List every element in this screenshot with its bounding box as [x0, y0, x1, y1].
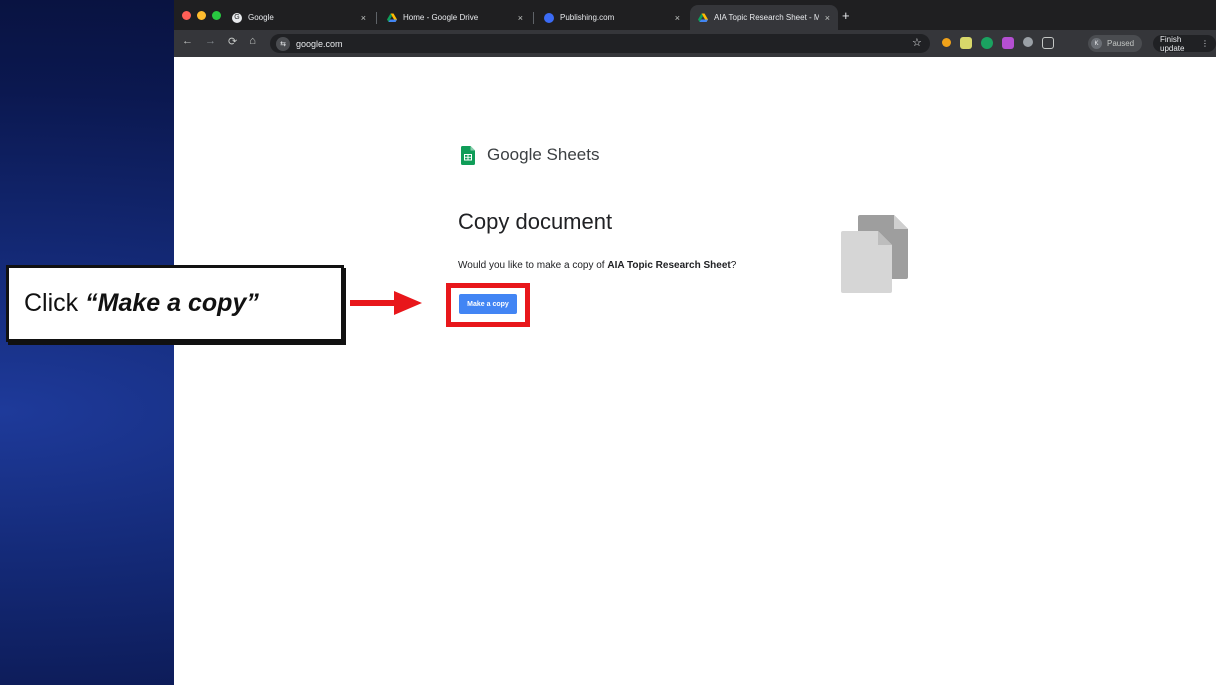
- tab-divider: [533, 12, 534, 24]
- close-tab-icon[interactable]: ×: [825, 13, 830, 23]
- tab-google-drive[interactable]: Home - Google Drive ×: [379, 5, 531, 30]
- extensions-area: [942, 37, 1054, 49]
- url-text: google.com: [296, 38, 343, 49]
- tab-title: Google: [248, 13, 274, 22]
- callout-prefix: Click: [24, 289, 79, 317]
- address-bar[interactable]: ⇆ google.com: [270, 34, 930, 53]
- drive-favicon-icon: [387, 13, 397, 23]
- callout-emphasis: “Make a copy”: [85, 289, 259, 317]
- brand-text: Google Sheets: [487, 145, 600, 164]
- google-favicon-icon: G: [232, 12, 242, 23]
- drive-favicon-icon: [698, 13, 708, 23]
- star-icon[interactable]: ☆: [912, 36, 922, 49]
- document-name: AIA Topic Research Sheet: [607, 260, 731, 271]
- make-a-copy-button[interactable]: Make a copy: [459, 294, 517, 314]
- extension-icon[interactable]: [1002, 37, 1014, 49]
- extension-icon[interactable]: [942, 38, 951, 47]
- tab-title: AIA Topic Research Sheet - M: [714, 13, 819, 22]
- extension-icon[interactable]: [1023, 37, 1033, 47]
- page-title: Copy document: [458, 209, 613, 234]
- browser-window: G Google × Home - Google Drive × Publish…: [174, 0, 1216, 685]
- minimize-window-button[interactable]: [197, 11, 206, 20]
- close-window-button[interactable]: [182, 11, 191, 20]
- finish-update-label: Finish update: [1160, 34, 1185, 53]
- reload-icon[interactable]: ⟳: [228, 35, 237, 48]
- tab-title: Publishing.com: [560, 13, 615, 22]
- tab-divider: [376, 12, 377, 24]
- finish-update-button[interactable]: Finish update ⋮: [1153, 34, 1216, 53]
- site-info-icon[interactable]: ⇆: [276, 36, 290, 51]
- sheets-brand: Google Sheets: [461, 145, 599, 165]
- new-tab-button[interactable]: +: [842, 8, 850, 23]
- tab-bar: G Google × Home - Google Drive × Publish…: [174, 0, 1216, 30]
- question-prefix: Would you like to make a copy of: [458, 260, 608, 271]
- avatar: K: [1091, 38, 1102, 49]
- copy-question: Would you like to make a copy of AIA Top…: [458, 260, 736, 271]
- tab-title: Home - Google Drive: [403, 13, 479, 22]
- document-copy-icon: [841, 215, 908, 293]
- window-controls: [182, 11, 221, 20]
- puzzle-icon[interactable]: [1042, 37, 1054, 49]
- arrow-right-icon[interactable]: →: [205, 35, 216, 48]
- grammarly-icon[interactable]: [981, 37, 993, 49]
- publishing-favicon-icon: [544, 12, 554, 23]
- page-content: Google Sheets Copy document Would you li…: [174, 57, 1216, 685]
- maximize-window-button[interactable]: [212, 11, 221, 20]
- nav-controls: ← → ⟳ ⌂: [182, 35, 256, 48]
- profile-status: Paused: [1107, 39, 1135, 48]
- instruction-callout: Click “Make a copy”: [6, 265, 344, 342]
- browser-toolbar: ← → ⟳ ⌂ ⇆ google.com ☆ K Paused Finish u…: [174, 30, 1216, 57]
- home-icon[interactable]: ⌂: [249, 35, 256, 48]
- profile-button[interactable]: K Paused: [1088, 35, 1143, 52]
- arrow-left-icon[interactable]: ←: [182, 35, 193, 48]
- tab-aia-topic-research-sheet[interactable]: AIA Topic Research Sheet - M ×: [690, 5, 838, 30]
- red-arrow-icon: [350, 291, 422, 315]
- google-sheets-logo-icon: [461, 145, 475, 165]
- close-tab-icon[interactable]: ×: [675, 13, 680, 23]
- more-menu-icon[interactable]: ⋮: [1201, 39, 1209, 48]
- close-tab-icon[interactable]: ×: [518, 13, 523, 23]
- tab-publishing[interactable]: Publishing.com ×: [536, 5, 688, 30]
- extension-icon[interactable]: [960, 37, 972, 49]
- tab-google[interactable]: G Google ×: [224, 5, 374, 30]
- close-tab-icon[interactable]: ×: [361, 13, 366, 23]
- question-suffix: ?: [730, 260, 737, 271]
